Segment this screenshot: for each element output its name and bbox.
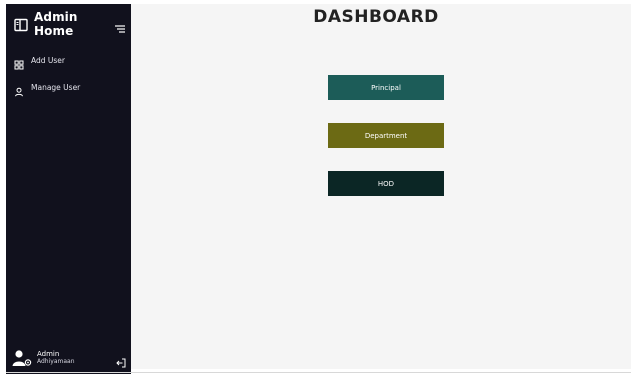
- bottom-divider: [6, 372, 631, 373]
- main-content: DASHBOARD Principal Department HOD: [131, 4, 631, 369]
- sidebar-item-add-user[interactable]: Add User: [14, 53, 65, 70]
- user-organization: Adhiyamaan: [37, 357, 75, 365]
- user-info: Admin Adhiyamaan: [37, 350, 75, 365]
- sidebar: Admin Home Add User Manage User Admin Ad…: [6, 4, 131, 374]
- sidebar-item-manage-user[interactable]: Manage User: [14, 80, 81, 97]
- page-title: DASHBOARD: [313, 7, 439, 27]
- sidebar-user-profile: Admin Adhiyamaan: [12, 346, 126, 370]
- app-root: Admin Home Add User Manage User Admin Ad…: [0, 0, 637, 377]
- user-icon: [14, 82, 24, 97]
- principal-button[interactable]: Principal: [328, 75, 444, 100]
- sidebar-brand: Admin Home: [14, 10, 126, 38]
- sidebar-item-label: Manage User: [31, 82, 81, 92]
- sidebar-brand-title: Admin Home: [34, 10, 78, 38]
- grid-icon: [14, 55, 24, 70]
- logout-icon[interactable]: [116, 353, 126, 368]
- department-button[interactable]: Department: [328, 123, 444, 148]
- menu-lines-icon[interactable]: [114, 19, 126, 33]
- sidebar-item-label: Add User: [31, 55, 65, 65]
- hod-button[interactable]: HOD: [328, 171, 444, 196]
- layout-panel-icon: [14, 17, 28, 32]
- user-settings-icon: [12, 349, 32, 367]
